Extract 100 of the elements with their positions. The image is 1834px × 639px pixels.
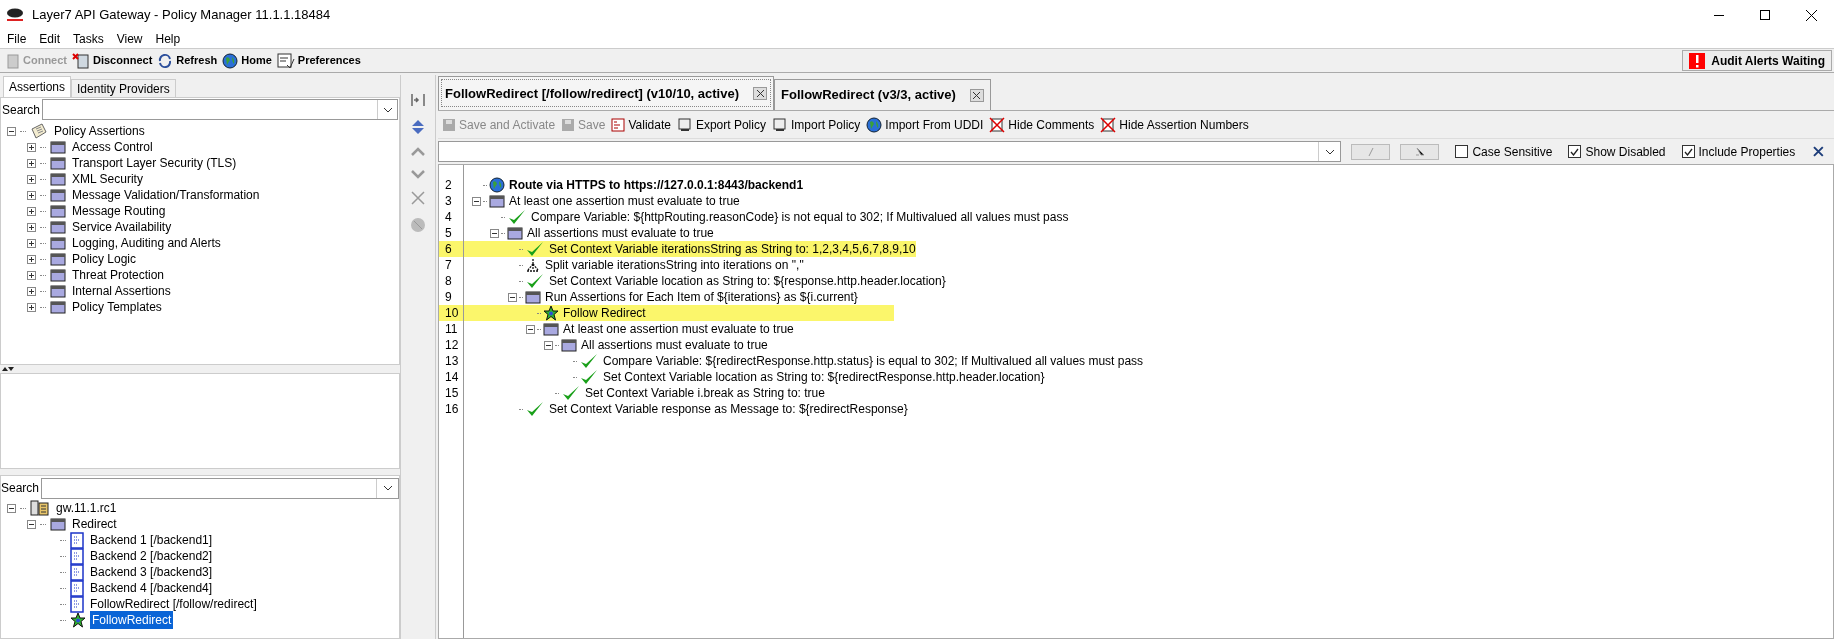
assertion-text[interactable]: Set Context Variable response as Message to: ${redirectResponse} <box>547 400 908 418</box>
collapse-toggle[interactable] <box>526 324 535 334</box>
close-icon <box>1805 9 1817 21</box>
line-number: 6 <box>444 241 453 258</box>
tree-item[interactable]: Backend 4 [/backend4] <box>88 579 215 597</box>
assertion-text[interactable]: At least one assertion must evaluate to true <box>561 320 794 338</box>
collapse-toggle[interactable] <box>490 228 499 238</box>
menu-item[interactable]: View <box>116 30 143 48</box>
tree-item[interactable]: Policy Assertions <box>52 122 147 140</box>
folder-icon <box>50 220 66 234</box>
tree-item[interactable]: Logging, Auditing and Alerts <box>70 234 223 252</box>
checkmark-icon <box>525 400 545 418</box>
tree-item[interactable]: Message Validation/Transformation <box>70 186 262 204</box>
search-field[interactable] <box>41 477 399 499</box>
expand-toggle[interactable] <box>27 286 36 296</box>
panel-tab[interactable]: Identity Providers <box>71 79 176 97</box>
tree-item[interactable]: gw.11.1.rc1 <box>54 499 119 517</box>
tree-item[interactable]: Policy Logic <box>70 250 139 268</box>
policy-toolbar-button[interactable]: Validate <box>611 116 671 134</box>
tree-item[interactable]: Backend 1 [/backend1] <box>88 531 215 549</box>
expand-toggle[interactable] <box>27 238 36 248</box>
collapse-toggle[interactable] <box>472 196 481 206</box>
splitter-arrows-icon <box>2 366 14 372</box>
search-field[interactable] <box>42 99 398 120</box>
menu-item[interactable]: Help <box>155 30 181 48</box>
find-field[interactable] <box>438 141 1342 162</box>
toolbar-button[interactable]: Preferences <box>276 52 361 69</box>
menu-item[interactable]: Tasks <box>73 30 104 48</box>
slash-icon <box>1367 147 1374 156</box>
line-number: 13 <box>444 353 460 370</box>
expand-toggle[interactable] <box>27 222 36 232</box>
expand-toggle[interactable] <box>27 206 36 216</box>
expand-toggle[interactable] <box>27 142 36 152</box>
menu-item[interactable]: File <box>7 30 27 48</box>
policy-toolbar-button[interactable]: Import Policy <box>771 116 861 134</box>
expand-toggle[interactable] <box>27 158 36 168</box>
tree-item[interactable]: Threat Protection <box>70 266 167 284</box>
tree-item[interactable]: Backend 2 [/backend2] <box>88 547 215 565</box>
menu-item[interactable]: Edit <box>39 30 61 48</box>
policy-toolbar-button[interactable]: Hide Comments <box>989 116 1095 134</box>
assertion-text[interactable]: At least one assertion must evaluate to true <box>507 192 740 210</box>
collapse-toggle[interactable] <box>508 292 517 302</box>
tree-item[interactable]: Policy Templates <box>70 298 164 316</box>
panel-tab[interactable]: Assertions <box>3 76 72 97</box>
close-icon <box>973 91 981 99</box>
expand-toggle[interactable] <box>27 270 36 280</box>
tree-item[interactable]: Service Availability <box>70 218 174 236</box>
tree-item[interactable]: Backend 3 [/backend3] <box>88 563 215 581</box>
assertion-text[interactable]: Compare Variable: ${httpRouting.reasonCode} is not equal to 302; If Multivalued all values must pass <box>529 208 1069 226</box>
close-tab-button[interactable] <box>969 88 984 102</box>
assertion-text[interactable]: Route via HTTPS to https://127.0.0.1:8443/backend1 <box>507 176 804 194</box>
checkbox[interactable] <box>1568 145 1582 158</box>
toolbar-button[interactable]: Disconnect <box>72 52 153 69</box>
collapse-toggle[interactable] <box>544 340 553 350</box>
assertion-text[interactable]: Follow Redirect <box>561 304 646 322</box>
folder-icon <box>50 252 66 266</box>
editor-tab[interactable]: FollowRedirect (v3/3, active) <box>774 79 991 110</box>
tree-item[interactable]: FollowRedirect [/follow/redirect] <box>88 595 259 613</box>
checkbox[interactable] <box>1455 145 1469 158</box>
collapse-toggle[interactable] <box>27 519 36 529</box>
expand-toggle[interactable] <box>27 302 36 312</box>
line-number: 15 <box>444 385 460 402</box>
expand-toggle[interactable] <box>27 190 36 200</box>
assertion-text[interactable]: Set Context Variable location as String to: ${response.http.header.location} <box>547 272 946 290</box>
tree-item[interactable]: Access Control <box>70 138 155 156</box>
tree-item[interactable]: Redirect <box>70 515 119 533</box>
tree-item[interactable]: FollowRedirect <box>90 611 174 629</box>
close-icon[interactable] <box>1813 146 1824 157</box>
collapse-toggle[interactable] <box>7 126 16 136</box>
tree-item[interactable]: XML Security <box>70 170 145 188</box>
assertion-text[interactable]: Set Context Variable location as String to: ${redirectResponse.http.header.location} <box>601 368 1045 386</box>
tree-item[interactable]: Transport Layer Security (TLS) <box>70 154 239 172</box>
tree-item[interactable]: Internal Assertions <box>70 282 173 300</box>
assertion-text[interactable]: Set Context Variable iterationsString as String to: 1,2,3,4,5,6,7,8,9,10 <box>547 240 916 258</box>
close-icon <box>756 90 764 97</box>
close-tab-button[interactable] <box>753 87 768 100</box>
move-up-down-icon[interactable] <box>411 119 425 135</box>
expand-toggle[interactable] <box>27 174 36 184</box>
expand-toggle[interactable] <box>27 254 36 264</box>
checkbox[interactable] <box>1681 145 1695 158</box>
assertion-text[interactable]: Split variable iterationsString into iterations on "," <box>543 256 804 274</box>
assertion-text[interactable]: All assertions must evaluate to true <box>525 224 714 242</box>
policy-toolbar-button[interactable]: Import From UDDI <box>866 116 984 134</box>
assertion-text[interactable]: All assertions must evaluate to true <box>579 336 768 354</box>
folder-icon <box>50 517 66 531</box>
policy-toolbar-button[interactable]: Export Policy <box>676 116 766 134</box>
toolbar-button[interactable]: Refresh <box>157 52 218 69</box>
assertion-text[interactable]: Set Context Variable i.break as String to: true <box>583 384 825 402</box>
tree-item[interactable]: Message Routing <box>70 202 168 220</box>
policy-toolbar-button[interactable]: Hide Assertion Numbers <box>1100 116 1249 134</box>
folder-icon <box>561 338 577 352</box>
line-number: 2 <box>444 177 453 194</box>
assertion-text[interactable]: Run Assertions for Each Item of ${iterations} as ${i.current} <box>543 288 858 306</box>
assertion-text[interactable]: Compare Variable: ${redirectResponse.http.status} is equal to 302; If Multivalued all values must pass <box>601 352 1144 370</box>
collapse-panel-icon[interactable] <box>410 93 426 107</box>
toolbar-button[interactable]: Home <box>222 52 272 69</box>
collapse-toggle[interactable] <box>7 503 16 513</box>
audit-alerts-button[interactable]: Audit Alerts Waiting <box>1682 50 1832 71</box>
policy-document-icon <box>70 563 84 581</box>
editor-tab[interactable]: FollowRedirect [/follow/redirect] (v10/10, active) <box>438 76 775 110</box>
